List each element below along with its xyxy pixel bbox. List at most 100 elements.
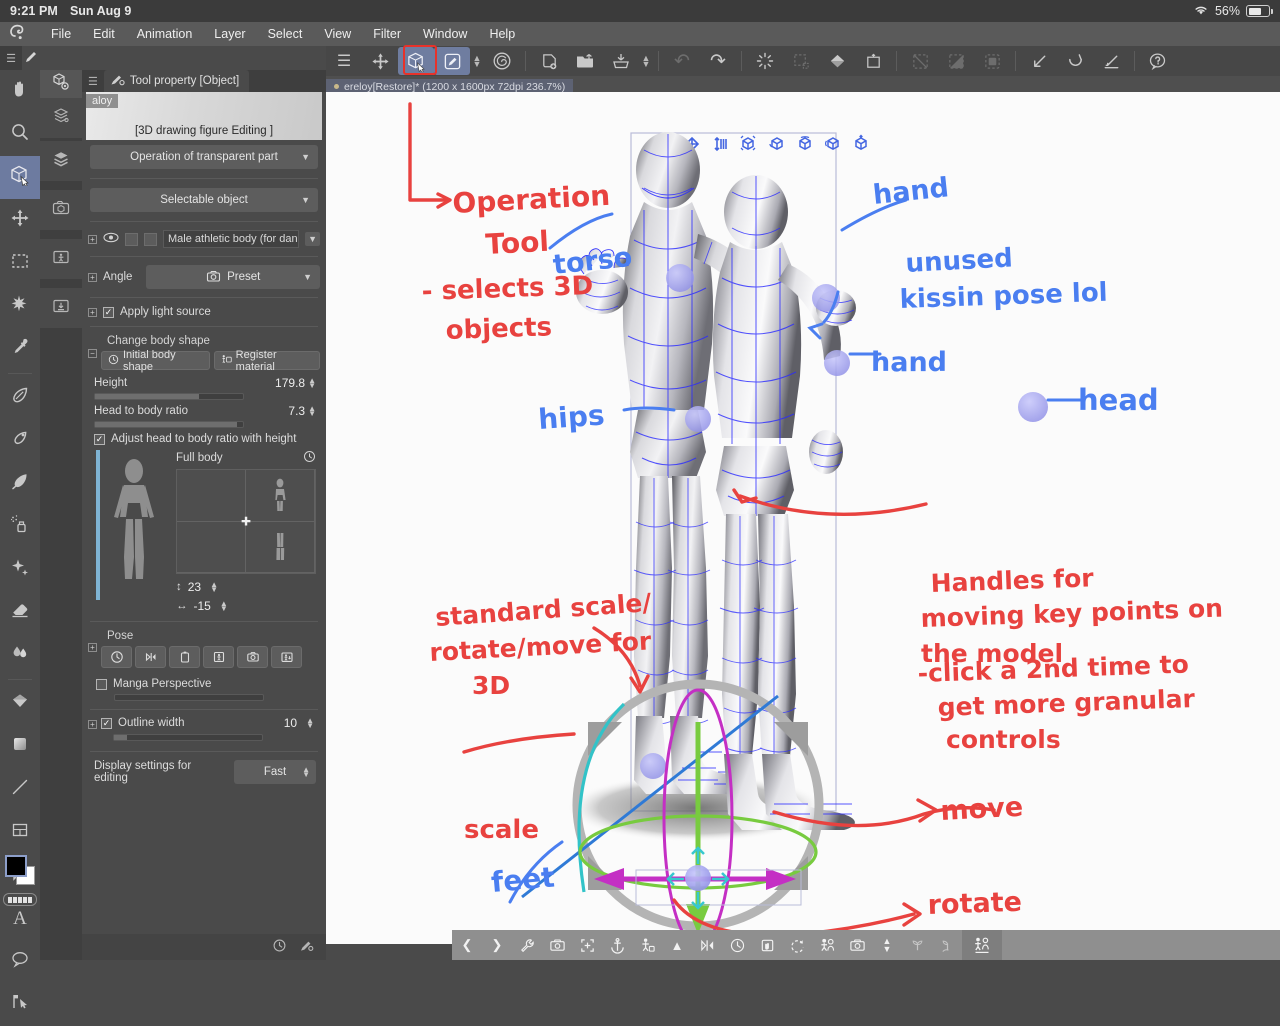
tool-rail-item-airbrush-tool[interactable] xyxy=(0,505,40,548)
register-material-button[interactable]: Register material xyxy=(213,349,320,373)
expand-plus-icon[interactable]: + xyxy=(88,234,97,244)
anchor-icon[interactable] xyxy=(602,930,632,960)
color-swatch[interactable] xyxy=(5,855,35,885)
expand-plus-icon[interactable]: + xyxy=(88,307,97,317)
deselect-icon[interactable] xyxy=(902,47,938,75)
next-icon[interactable]: ❯ xyxy=(482,930,512,960)
camera-icon[interactable] xyxy=(842,930,872,960)
brush-size-chevron-icon[interactable]: ▲ ▼ xyxy=(470,54,484,69)
wrench-icon[interactable] xyxy=(512,930,542,960)
expand-plus-icon[interactable]: + xyxy=(88,272,97,282)
pen-tool-icon[interactable] xyxy=(434,47,470,75)
redo-icon[interactable]: ↷ xyxy=(700,47,736,75)
object-operation-tool-icon[interactable] xyxy=(398,47,434,75)
collapse-minus-icon[interactable]: − xyxy=(88,349,97,358)
register-pose-button[interactable] xyxy=(203,646,234,668)
outline-width-slider[interactable] xyxy=(113,734,263,741)
undo-icon[interactable]: ↶ xyxy=(664,47,700,75)
camera-pose-button[interactable] xyxy=(237,646,268,668)
tool-rail-item-brush-tool[interactable] xyxy=(0,462,40,505)
grid-cell-upper-right[interactable] xyxy=(246,470,315,522)
smooth-selection-icon[interactable] xyxy=(1057,47,1093,75)
figure-pair-icon[interactable] xyxy=(962,930,1002,960)
tool-property-tab[interactable]: Tool property [Object] xyxy=(103,70,250,92)
apply-light-source-checkbox[interactable] xyxy=(103,306,114,318)
expand-plus-icon[interactable]: + xyxy=(88,643,97,652)
color-set-icon[interactable] xyxy=(3,893,37,906)
grid-cell-lower-left[interactable] xyxy=(177,521,246,573)
head-to-body-ratio-stepper[interactable]: ▲ ▼ xyxy=(308,405,316,418)
shrink-selection-icon[interactable] xyxy=(1021,47,1057,75)
camera-fix-icon[interactable] xyxy=(542,930,572,960)
tool-rail-item-eyedropper-tool[interactable] xyxy=(0,328,40,371)
menu-item-view[interactable]: View xyxy=(313,22,362,46)
new-layer-icon[interactable] xyxy=(531,47,567,75)
body-part-grid[interactable]: ✚ xyxy=(176,469,316,574)
tool-rail-item-decoration-tool[interactable] xyxy=(0,548,40,591)
hand-pose-icon[interactable] xyxy=(752,930,782,960)
apply-light-source-row[interactable]: + Apply light source xyxy=(82,302,326,322)
menu-item-select[interactable]: Select xyxy=(257,22,314,46)
help-icon[interactable] xyxy=(1140,47,1176,75)
rotate-joint-icon[interactable] xyxy=(782,930,812,960)
grid-cell-upper-left[interactable] xyxy=(177,470,246,522)
layer-row[interactable]: + Male athletic body (for dance p ▼ xyxy=(82,226,326,252)
fill-bucket-icon[interactable] xyxy=(819,47,855,75)
history-icon[interactable] xyxy=(272,938,287,956)
canvas-paper[interactable]: Operation Tool - selects 3D objects stan… xyxy=(326,92,1280,944)
open-file-icon[interactable] xyxy=(567,47,603,75)
save-pose-button[interactable] xyxy=(271,646,302,668)
up-arrow-icon[interactable]: ▲ xyxy=(662,930,692,960)
tool-rail-item-fill-tool[interactable] xyxy=(0,725,40,768)
menu-item-layer[interactable]: Layer xyxy=(203,22,256,46)
display-settings-dropdown[interactable]: Fast ▲ ▼ xyxy=(234,760,316,784)
eye-icon[interactable] xyxy=(103,232,119,246)
palette-layer[interactable] xyxy=(40,141,82,181)
horizontal-offset-stepper[interactable]: ▲ ▼ xyxy=(220,600,228,613)
palette-material-download[interactable] xyxy=(40,288,82,328)
tool-rail-item-eraser-tool[interactable] xyxy=(0,591,40,634)
initial-body-shape-button[interactable]: Initial body shape xyxy=(101,349,210,373)
updown-chevron-icon[interactable]: ▲ ▼ xyxy=(872,930,902,960)
tool-settings-icon[interactable] xyxy=(299,938,314,956)
save-options-chevron-icon[interactable]: ▲ ▼ xyxy=(639,54,653,69)
selectable-object-dropdown[interactable]: Selectable object ▼ xyxy=(90,188,318,212)
plant-hand-icon[interactable] xyxy=(932,930,962,960)
reset-pose-button[interactable] xyxy=(101,646,132,668)
head-to-body-ratio-slider[interactable] xyxy=(94,421,244,428)
palette-layer-property[interactable] xyxy=(40,98,82,138)
tool-rail-item-gradient-tool[interactable] xyxy=(0,682,40,725)
flip-pose-button[interactable] xyxy=(135,646,166,668)
hamburger-icon[interactable]: ☰ xyxy=(0,52,22,65)
menu-item-file[interactable]: File xyxy=(40,22,82,46)
two-figures-icon[interactable] xyxy=(812,930,842,960)
expand-plus-icon[interactable]: + xyxy=(88,720,97,729)
transparent-part-dropdown[interactable]: Operation of transparent part ▼ xyxy=(90,145,318,169)
manga-perspective-row[interactable]: Manga Perspective xyxy=(96,678,316,690)
pen-icon[interactable] xyxy=(22,46,40,70)
display-settings-stepper[interactable]: ▲ ▼ xyxy=(302,766,310,779)
menu-item-window[interactable]: Window xyxy=(412,22,478,46)
clear-icon[interactable] xyxy=(747,47,783,75)
manga-perspective-slider[interactable] xyxy=(114,694,264,701)
menu-item-filter[interactable]: Filter xyxy=(362,22,412,46)
manga-perspective-checkbox[interactable] xyxy=(96,678,107,690)
palette-material-pose[interactable] xyxy=(40,239,82,279)
tool-rail-item-correct-line-tool[interactable] xyxy=(0,983,40,1026)
tool-rail-item-object-tool[interactable] xyxy=(0,156,40,199)
layer-lock-swatch[interactable] xyxy=(144,232,157,246)
flip-icon[interactable] xyxy=(692,930,722,960)
vertical-offset-stepper[interactable]: ▲ ▼ xyxy=(210,581,218,594)
tool-rail-item-hand-tool[interactable] xyxy=(0,70,40,113)
reset-clock-icon[interactable] xyxy=(303,450,316,466)
tool-rail-item-move-tool[interactable] xyxy=(0,199,40,242)
move-layer-icon[interactable] xyxy=(362,47,398,75)
tool-rail-item-frame-border-tool[interactable] xyxy=(0,811,40,854)
reset-clock-icon[interactable] xyxy=(722,930,752,960)
menu-item-animation[interactable]: Animation xyxy=(126,22,204,46)
tool-rail-item-pencil-tool[interactable] xyxy=(0,419,40,462)
copy-pose-button[interactable] xyxy=(169,646,200,668)
angle-preset-dropdown[interactable]: Preset ▼ xyxy=(146,265,320,289)
foreground-color-swatch[interactable] xyxy=(5,855,27,877)
tool-rail-item-marquee-select-tool[interactable] xyxy=(0,242,40,285)
